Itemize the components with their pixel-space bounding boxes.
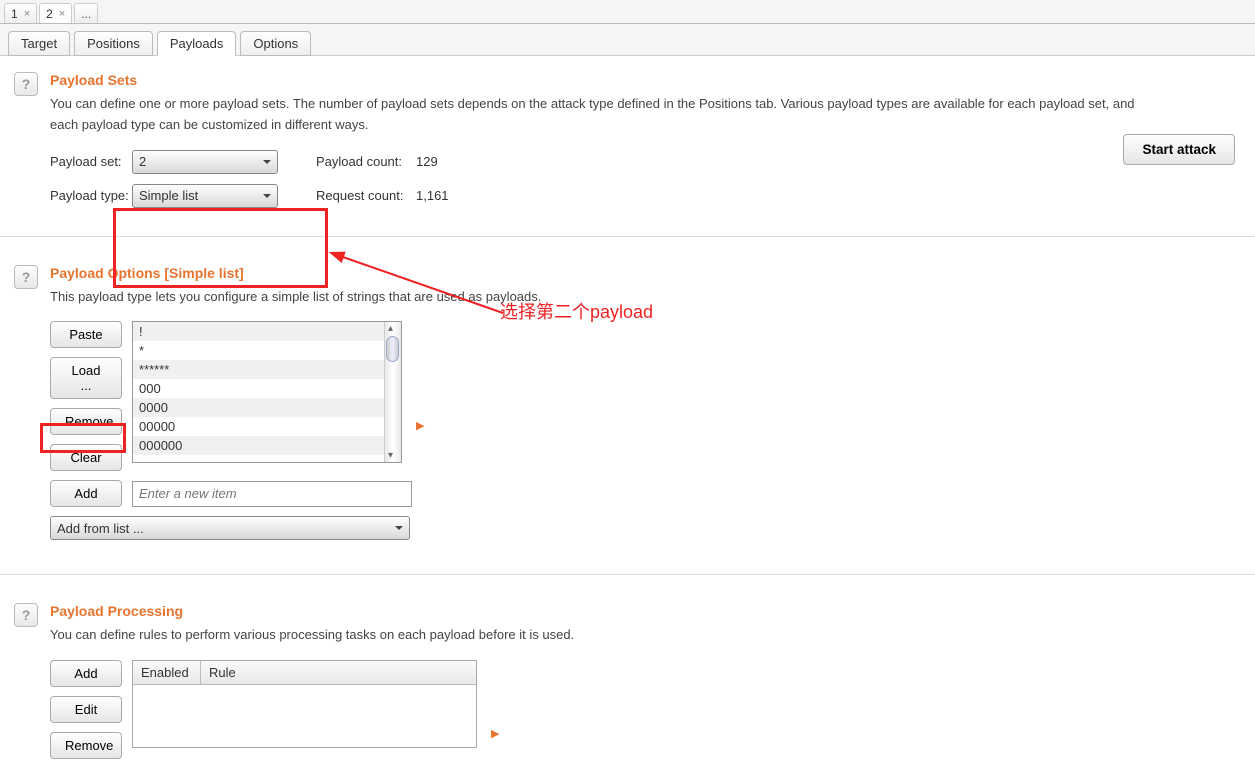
payload-set-select[interactable]: 2	[132, 150, 278, 174]
content-scroll[interactable]: Start attack ? Payload Sets You can defi…	[0, 56, 1255, 766]
start-attack-button[interactable]: Start attack	[1123, 134, 1235, 165]
proc-edit-button[interactable]: Edit	[50, 696, 122, 723]
divider	[0, 236, 1255, 237]
session-tab-2-label: 2	[46, 7, 53, 21]
session-tab-more[interactable]: ...	[74, 3, 98, 23]
list-item[interactable]: *	[133, 341, 384, 360]
ellipsis-icon: ...	[81, 7, 91, 21]
list-item[interactable]: 000	[133, 379, 384, 398]
tab-target[interactable]: Target	[8, 31, 70, 56]
payload-processing-title: Payload Processing	[50, 603, 1241, 619]
annotation-text: 选择第二个payload	[500, 298, 653, 324]
payload-sets-desc: You can define one or more payload sets.…	[50, 94, 1150, 136]
session-tab-1-label: 1	[11, 7, 18, 21]
session-tab-1[interactable]: 1 ×	[4, 3, 37, 23]
paste-button[interactable]: Paste	[50, 321, 122, 348]
divider	[0, 574, 1255, 575]
proc-remove-button[interactable]: Remove	[50, 732, 122, 759]
payload-type-value: Simple list	[139, 188, 198, 203]
caret-right-icon: ▶	[416, 419, 424, 432]
session-tabs: 1 × 2 × ...	[0, 0, 1255, 24]
help-button[interactable]: ?	[14, 603, 38, 627]
close-icon[interactable]: ×	[24, 8, 30, 20]
add-from-list-select[interactable]: Add from list ...	[50, 516, 410, 540]
add-button[interactable]: Add	[50, 480, 122, 507]
payload-type-select[interactable]: Simple list	[132, 184, 278, 208]
new-item-input[interactable]	[132, 481, 412, 507]
tab-positions[interactable]: Positions	[74, 31, 153, 56]
col-enabled[interactable]: Enabled	[133, 661, 201, 684]
clear-button[interactable]: Clear	[50, 444, 122, 471]
list-item[interactable]: ******	[133, 360, 384, 379]
list-item[interactable]: !	[133, 322, 384, 341]
section-payload-processing: ? Payload Processing You can define rule…	[0, 587, 1255, 765]
tab-payloads[interactable]: Payloads	[157, 31, 236, 56]
table-body	[133, 685, 476, 747]
help-button[interactable]: ?	[14, 265, 38, 289]
payload-sets-title: Payload Sets	[50, 72, 1241, 88]
add-from-list-value: Add from list ...	[57, 521, 144, 536]
list-item[interactable]: 000000	[133, 436, 384, 455]
section-payload-options: ? Payload Options [Simple list] This pay…	[0, 249, 1255, 547]
proc-add-button[interactable]: Add	[50, 660, 122, 687]
payload-set-value: 2	[139, 154, 146, 169]
caret-right-icon: ▶	[491, 727, 499, 740]
help-button[interactable]: ?	[14, 72, 38, 96]
payload-type-label: Payload type:	[50, 188, 132, 203]
section-payload-sets: ? Payload Sets You can define one or mor…	[0, 56, 1255, 224]
session-tab-2[interactable]: 2 ×	[39, 3, 72, 23]
payload-count-label: Payload count:	[316, 154, 416, 169]
load-button[interactable]: Load ...	[50, 357, 122, 399]
list-item[interactable]: 00000	[133, 417, 384, 436]
request-count-label: Request count:	[316, 188, 416, 203]
scrollbar-thumb[interactable]	[386, 336, 399, 362]
remove-button[interactable]: Remove	[50, 408, 122, 435]
payload-options-title: Payload Options [Simple list]	[50, 265, 1241, 281]
close-icon[interactable]: ×	[59, 8, 65, 20]
list-item[interactable]: 0000	[133, 398, 384, 417]
scrollbar[interactable]	[384, 322, 401, 462]
payload-list[interactable]: ! * ****** 000 0000 00000 000000	[132, 321, 402, 463]
payload-count-value: 129	[416, 154, 438, 169]
tab-options[interactable]: Options	[240, 31, 311, 56]
intruder-tabs: Target Positions Payloads Options	[0, 24, 1255, 56]
payload-set-label: Payload set:	[50, 154, 132, 169]
request-count-value: 1,161	[416, 188, 449, 203]
payload-processing-desc: You can define rules to perform various …	[50, 625, 1150, 646]
processing-rules-table[interactable]: Enabled Rule	[132, 660, 477, 748]
col-rule[interactable]: Rule	[201, 661, 476, 684]
table-header: Enabled Rule	[133, 661, 476, 685]
